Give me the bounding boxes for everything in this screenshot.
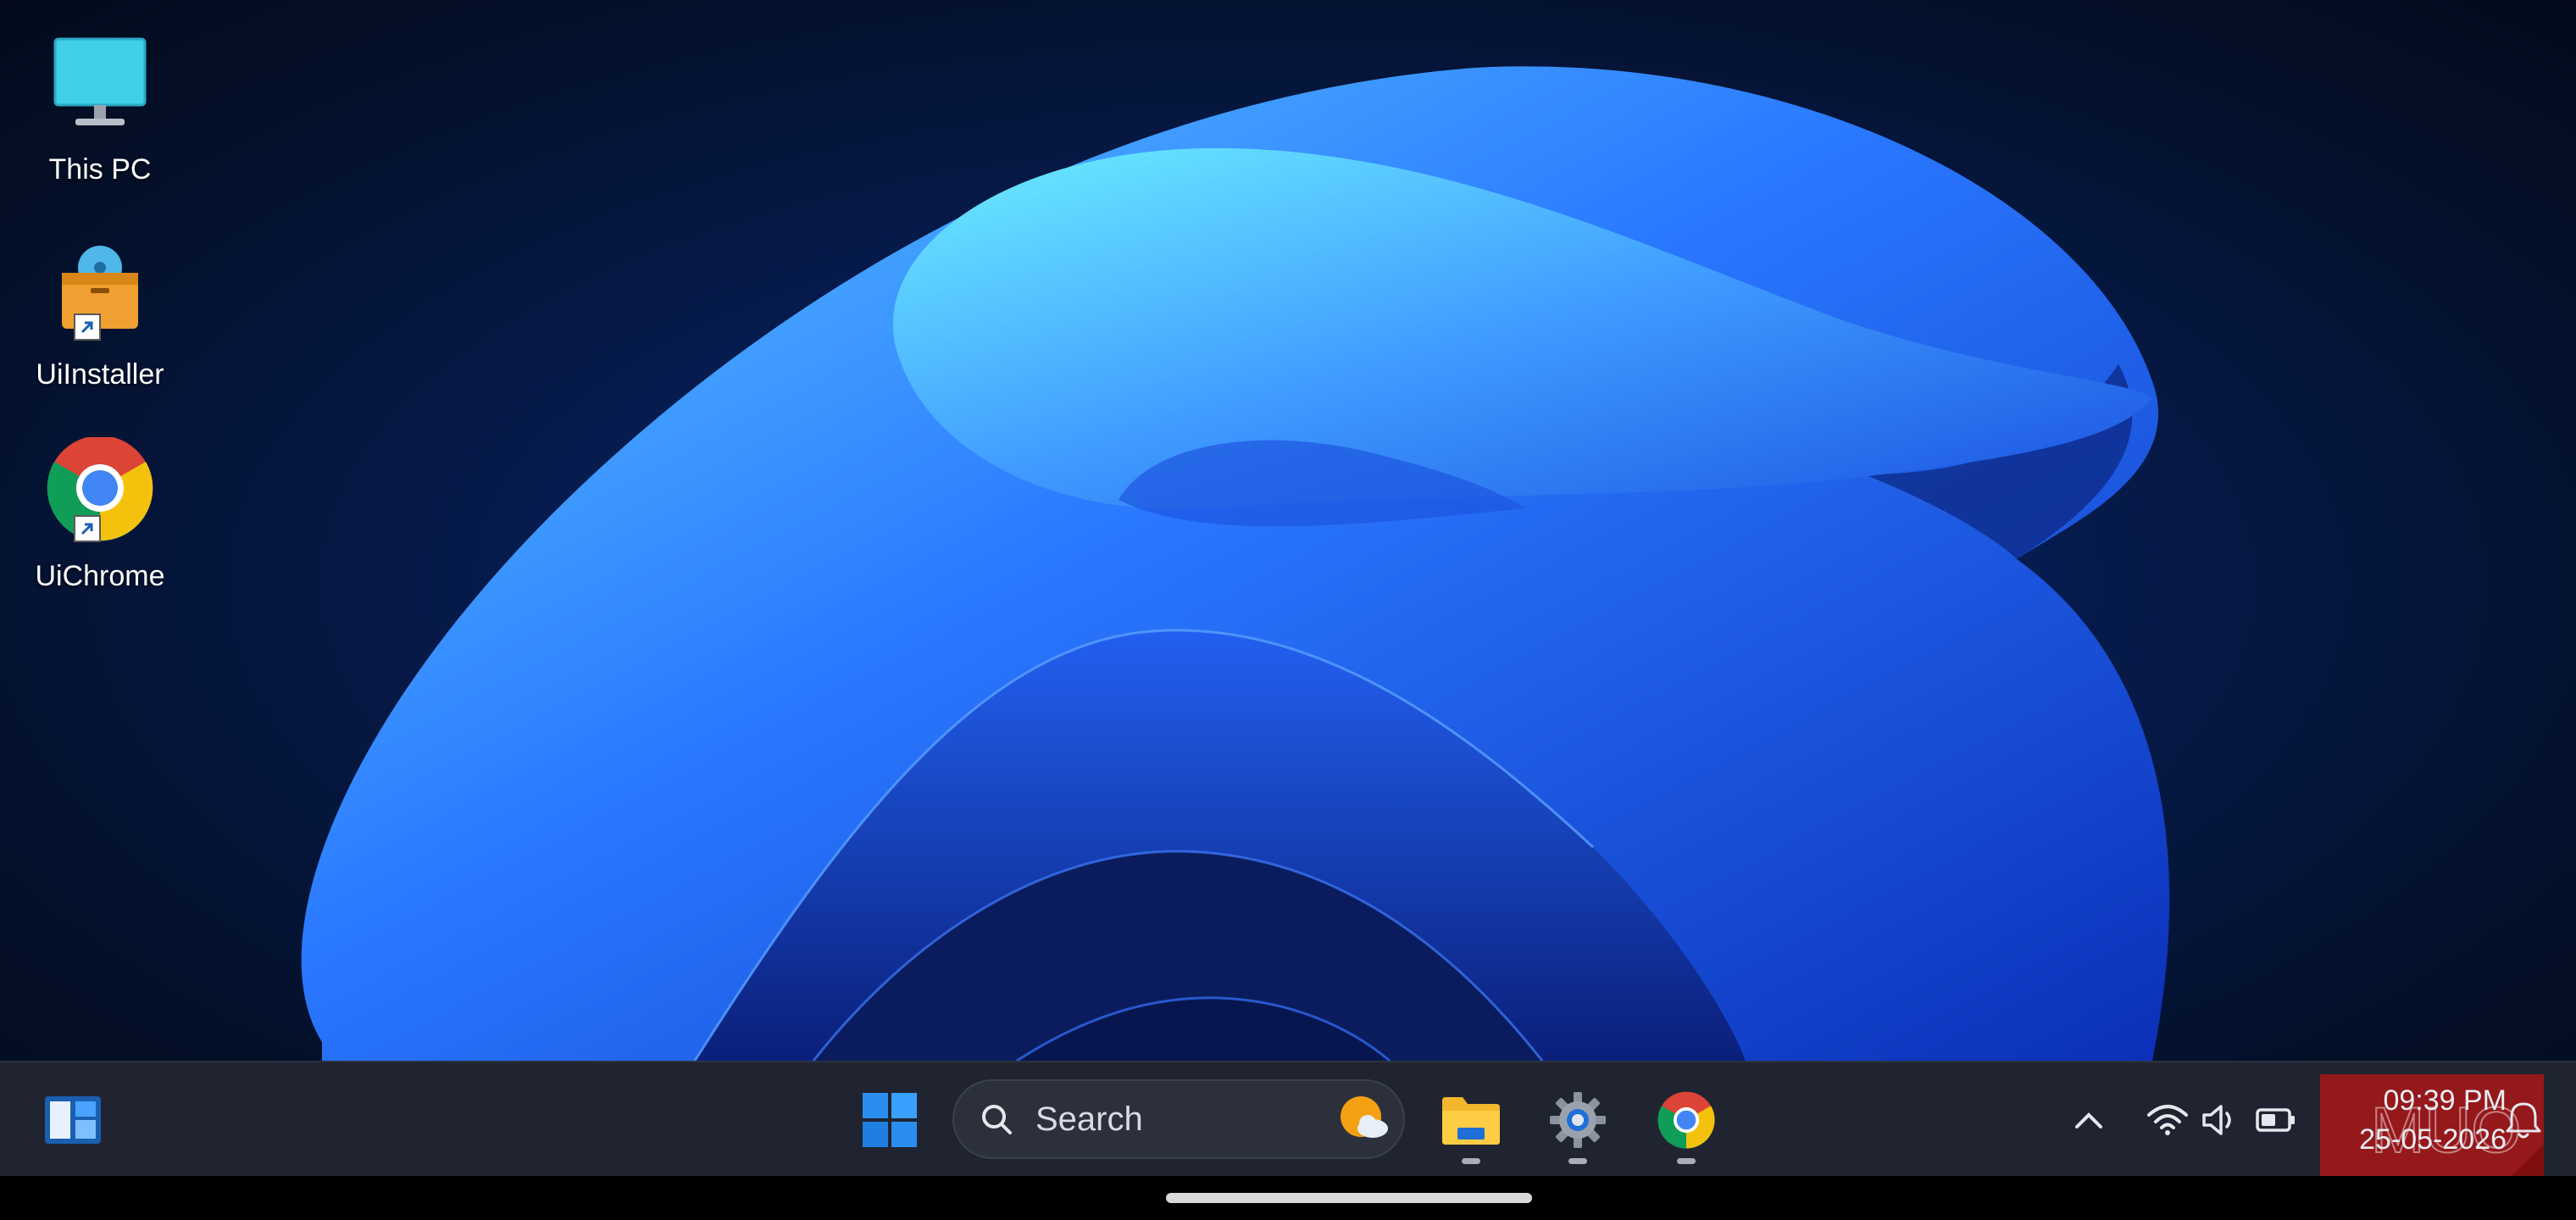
running-indicator (1568, 1158, 1587, 1164)
volume-button[interactable] (2196, 1062, 2244, 1178)
desktop-icon-label: UiChrome (35, 560, 165, 592)
taskbar-settings[interactable] (1544, 1062, 1612, 1178)
desktop-icon-label: UiInstaller (36, 358, 164, 391)
running-indicator (1677, 1158, 1696, 1164)
running-indicator (1462, 1158, 1480, 1164)
speaker-icon (2202, 1105, 2231, 1135)
battery-icon (2256, 1108, 2295, 1132)
tray-overflow-button[interactable] (2068, 1062, 2110, 1178)
notifications-button[interactable] (2498, 1062, 2549, 1178)
wifi-icon (2147, 1105, 2188, 1135)
search-box[interactable]: Search (952, 1079, 1405, 1159)
system-navigation-bar (0, 1176, 2576, 1220)
widgets-icon (45, 1096, 101, 1144)
search-placeholder: Search (1035, 1100, 1143, 1138)
bell-icon (2506, 1102, 2541, 1139)
gear-icon (1550, 1092, 1606, 1148)
desktop-icon-uichrome[interactable]: UiChrome (17, 435, 183, 593)
clock-date: 25-05-2026 (2359, 1123, 2507, 1156)
installer-icon (45, 236, 155, 346)
wifi-button[interactable] (2142, 1062, 2193, 1178)
folder-icon (1442, 1097, 1500, 1145)
taskbar-file-explorer[interactable] (1437, 1062, 1505, 1178)
chevron-up-icon (2075, 1112, 2102, 1128)
shortcut-arrow-icon (74, 313, 101, 341)
desktop-icon-uiinstaller[interactable]: UiInstaller (17, 236, 183, 391)
chrome-icon (1657, 1091, 1715, 1149)
start-button[interactable] (856, 1062, 924, 1178)
widgets-button[interactable] (37, 1062, 108, 1178)
bloom-graphic (301, 66, 2170, 1061)
home-gesture-handle[interactable] (1166, 1193, 1532, 1203)
shortcut-arrow-icon (74, 515, 101, 542)
chrome-icon (45, 435, 155, 547)
monitor-icon (45, 30, 155, 141)
weather-sun-cloud-icon[interactable] (1339, 1093, 1391, 1145)
taskbar-chrome[interactable] (1652, 1062, 1720, 1178)
desktop-icon-label: This PC (48, 153, 152, 186)
desktop-icon-this-pc[interactable]: This PC (17, 30, 183, 186)
battery-button[interactable] (2251, 1062, 2301, 1178)
search-icon (982, 1105, 1012, 1134)
clock-time: 09:39 PM (2383, 1084, 2507, 1117)
taskbar: Search MUO 09:39 PM 25-05-2026 (0, 1061, 2576, 1186)
windows-logo-icon (863, 1093, 917, 1147)
desktop-wallpaper (0, 0, 2576, 1061)
clock[interactable]: 09:39 PM 25-05-2026 (2329, 1081, 2507, 1159)
